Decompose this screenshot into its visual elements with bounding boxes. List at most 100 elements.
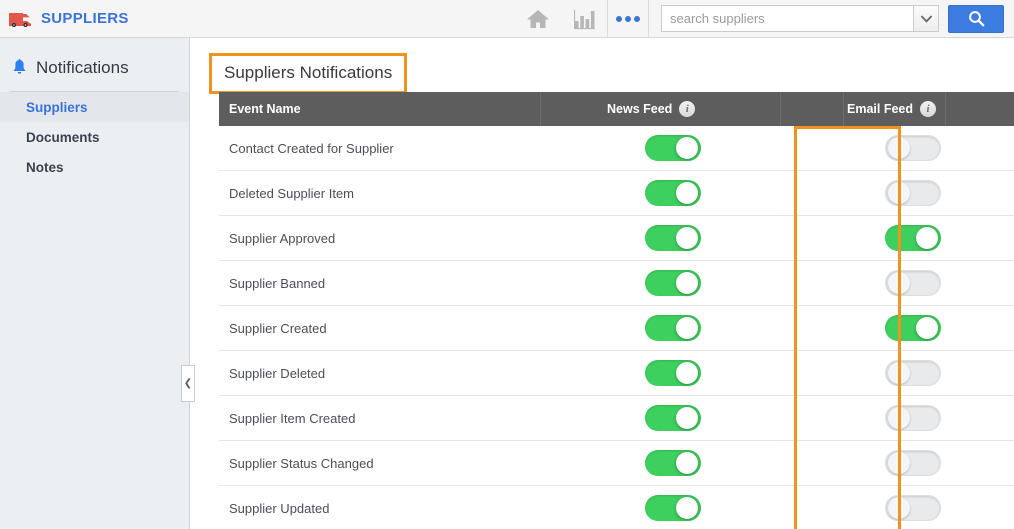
event-name-cell: Deleted Supplier Item <box>229 185 355 201</box>
toggle-knob <box>676 317 698 339</box>
toggle-knob <box>888 272 910 294</box>
search-bar <box>661 4 1014 33</box>
news-feed-toggle[interactable] <box>645 360 701 386</box>
sidebar-collapse-toggle[interactable]: ❮ <box>181 365 195 402</box>
news-feed-toggle-cell <box>623 225 723 251</box>
email-feed-toggle-cell <box>863 135 963 161</box>
news-feed-toggle[interactable] <box>645 270 701 296</box>
sidebar-header: Notifications <box>0 38 189 78</box>
email-feed-toggle-cell <box>863 180 963 206</box>
email-feed-toggle[interactable] <box>885 270 941 296</box>
news-feed-toggle[interactable] <box>645 405 701 431</box>
email-feed-toggle-cell <box>863 495 963 521</box>
news-feed-toggle-cell <box>623 360 723 386</box>
email-feed-toggle[interactable] <box>885 405 941 431</box>
info-icon[interactable]: i <box>679 101 696 117</box>
news-feed-toggle[interactable] <box>645 495 701 521</box>
table-row: Deleted Supplier Item <box>219 171 1014 216</box>
home-icon[interactable] <box>515 0 561 38</box>
event-name-cell: Supplier Item Created <box>229 410 356 426</box>
news-feed-toggle[interactable] <box>645 180 701 206</box>
toggle-knob <box>676 137 698 159</box>
email-feed-toggle[interactable] <box>885 315 941 341</box>
toggle-knob <box>676 227 698 249</box>
search-scope-dropdown[interactable] <box>913 5 939 32</box>
toggle-knob <box>676 362 698 384</box>
email-feed-toggle-cell <box>863 225 963 251</box>
header-divider <box>780 92 781 126</box>
table-row: Supplier Deleted <box>219 351 1014 396</box>
event-name-cell: Supplier Banned <box>229 275 326 291</box>
sidebar-item-label: Notes <box>26 159 64 175</box>
table-row: Supplier Approved <box>219 216 1014 261</box>
column-header-event-name[interactable]: Event Name <box>219 92 301 126</box>
column-header-email-feed[interactable]: Email Feed i <box>847 92 936 126</box>
top-bar: SUPPLIERS <box>0 0 1014 38</box>
event-name-cell: Supplier Updated <box>229 500 330 516</box>
truck-icon <box>8 10 34 28</box>
table-row: Supplier Updated <box>219 486 1014 529</box>
app-root: SUPPLIERS search suppliers Notifications… <box>0 0 1014 529</box>
email-feed-toggle-cell <box>863 450 963 476</box>
toggle-knob <box>888 137 910 159</box>
ellipsis-dot <box>616 15 622 22</box>
news-feed-toggle[interactable] <box>645 135 701 161</box>
column-header-news-feed[interactable]: News Feed i <box>607 92 696 126</box>
column-header-news-feed-label: News Feed <box>607 102 673 116</box>
email-feed-toggle[interactable] <box>885 360 941 386</box>
table-row: Supplier Created <box>219 306 1014 351</box>
email-feed-toggle[interactable] <box>885 225 941 251</box>
news-feed-toggle-cell <box>623 180 723 206</box>
toggle-knob <box>676 452 698 474</box>
main-content: Suppliers Notifications Event Name News … <box>191 38 1014 529</box>
table-row: Supplier Status Changed <box>219 441 1014 486</box>
notifications-table: Event Name News Feed i Email Feed i Cont… <box>219 92 1014 529</box>
toggle-knob <box>888 182 910 204</box>
email-feed-toggle-cell <box>863 315 963 341</box>
event-name-cell: Supplier Approved <box>229 230 336 246</box>
news-feed-toggle-cell <box>623 450 723 476</box>
email-feed-toggle[interactable] <box>885 180 941 206</box>
table-row: Contact Created for Supplier <box>219 126 1014 171</box>
toolbar-divider-right <box>648 0 649 38</box>
search-input[interactable] <box>661 5 913 32</box>
toggle-knob <box>676 497 698 519</box>
header-divider <box>945 92 946 126</box>
news-feed-toggle[interactable] <box>645 450 701 476</box>
event-name-cell: Supplier Status Changed <box>229 455 374 471</box>
page-title: Suppliers Notifications <box>224 63 393 82</box>
column-header-email-feed-label: Email Feed <box>847 102 913 116</box>
email-feed-toggle[interactable] <box>885 135 941 161</box>
header-divider <box>843 92 844 126</box>
ellipsis-dot <box>634 15 640 22</box>
email-feed-toggle[interactable] <box>885 495 941 521</box>
search-button[interactable] <box>948 4 1004 33</box>
toggle-knob <box>676 272 698 294</box>
sidebar-item-suppliers[interactable]: Suppliers <box>0 92 189 122</box>
toggle-knob <box>676 182 698 204</box>
toggle-knob <box>916 317 938 339</box>
chevron-left-icon: ❮ <box>183 377 193 389</box>
toggle-knob <box>916 227 938 249</box>
table-row: Supplier Banned <box>219 261 1014 306</box>
event-name-cell: Supplier Deleted <box>229 365 326 381</box>
toggle-knob <box>888 407 910 429</box>
sidebar-item-label: Documents <box>26 129 100 145</box>
brand[interactable]: SUPPLIERS <box>0 10 129 28</box>
ellipsis-icon[interactable] <box>608 0 648 38</box>
sidebar-item-documents[interactable]: Documents <box>0 122 189 152</box>
info-icon[interactable]: i <box>920 101 936 117</box>
email-feed-toggle-cell <box>863 360 963 386</box>
news-feed-toggle-cell <box>623 315 723 341</box>
ellipsis-dot <box>625 15 631 22</box>
sidebar-item-notes[interactable]: Notes <box>0 152 189 182</box>
brand-label: SUPPLIERS <box>41 10 129 27</box>
news-feed-toggle[interactable] <box>645 315 701 341</box>
bar-chart-icon[interactable] <box>561 0 607 38</box>
page-title-container: Suppliers Notifications <box>209 53 408 94</box>
email-feed-toggle-cell <box>863 270 963 296</box>
email-feed-toggle[interactable] <box>885 450 941 476</box>
news-feed-toggle-cell <box>623 495 723 521</box>
news-feed-toggle[interactable] <box>645 225 701 251</box>
sidebar-item-label: Suppliers <box>26 99 88 115</box>
